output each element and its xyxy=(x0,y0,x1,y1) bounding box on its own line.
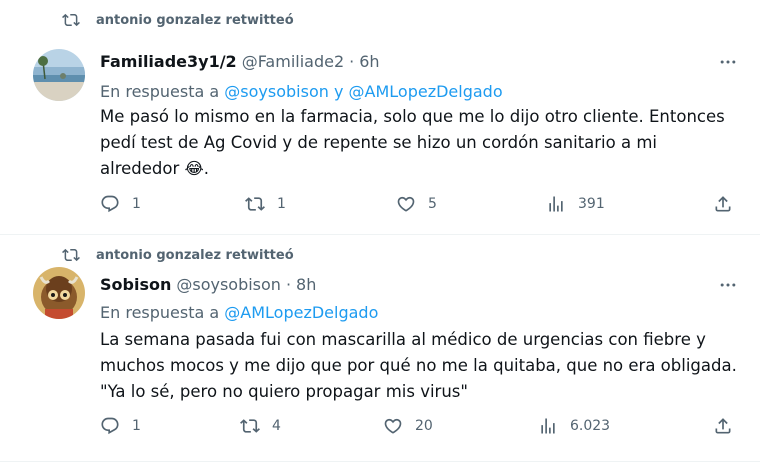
like-count: 5 xyxy=(428,196,437,212)
reply-prefix: En respuesta a xyxy=(100,82,220,101)
avatar[interactable] xyxy=(33,49,85,101)
user-handle[interactable]: @soysobison xyxy=(176,275,281,294)
display-name[interactable]: Familiade3y1/2 xyxy=(100,52,237,71)
retweet-icon xyxy=(245,197,265,211)
more-icon xyxy=(720,60,736,64)
views-button[interactable]: 391 xyxy=(546,194,605,214)
retweet-button[interactable]: 4 xyxy=(240,416,281,436)
reply-count: 1 xyxy=(132,196,141,212)
more-options-button[interactable] xyxy=(716,273,740,297)
more-options-button[interactable] xyxy=(716,50,740,74)
reply-icon xyxy=(101,417,119,435)
like-icon xyxy=(397,196,415,212)
separator-dot: · xyxy=(285,275,292,294)
like-icon xyxy=(384,418,402,434)
display-name[interactable]: Sobison xyxy=(100,275,171,294)
tweet[interactable]: antonio gonzalez retwitteó Familiade3y1/… xyxy=(0,0,760,235)
view-count: 6.023 xyxy=(570,418,611,434)
reply-button[interactable]: 1 xyxy=(100,416,141,436)
timestamp[interactable]: 8h xyxy=(296,275,316,294)
reply-context: En respuesta a @soysobison y @AMLopezDel… xyxy=(100,82,503,101)
bison-cartoon-icon xyxy=(33,267,85,319)
mention-link[interactable]: @AMLopezDelgado xyxy=(224,303,378,322)
views-icon xyxy=(541,418,555,434)
retweet-count: 1 xyxy=(277,196,286,212)
tweet-actions: 1 1 5 391 xyxy=(100,194,740,224)
like-button[interactable]: 5 xyxy=(396,194,437,214)
retweet-count: 4 xyxy=(272,418,281,434)
tweet-actions: 1 4 20 6.023 xyxy=(100,416,740,446)
text-suffix: . xyxy=(203,159,210,178)
timestamp[interactable]: 6h xyxy=(359,52,379,71)
tweet-header: Sobison @soysobison · 8h xyxy=(100,275,316,294)
retweet-context: antonio gonzalez retwitteó xyxy=(62,11,294,29)
laughing-emoji-icon: 😂 xyxy=(184,159,204,178)
tweet-text: Me pasó lo mismo en la farmacia, solo qu… xyxy=(100,104,740,182)
share-button[interactable] xyxy=(713,416,745,436)
like-button[interactable]: 20 xyxy=(383,416,433,436)
share-icon xyxy=(715,418,731,434)
reply-prefix: En respuesta a xyxy=(100,303,220,322)
reply-join: y xyxy=(333,82,344,101)
reply-button[interactable]: 1 xyxy=(100,194,141,214)
retweet-label[interactable]: antonio gonzalez retwitteó xyxy=(96,13,294,28)
avatar[interactable] xyxy=(33,267,85,319)
tweet-text: La semana pasada fui con mascarilla al m… xyxy=(100,330,737,401)
reply-context: En respuesta a @AMLopezDelgado xyxy=(100,303,378,322)
reply-icon xyxy=(101,195,119,213)
retweet-icon xyxy=(62,13,80,27)
retweet-label[interactable]: antonio gonzalez retwitteó xyxy=(96,248,294,263)
mention-link[interactable]: @AMLopezDelgado xyxy=(349,82,503,101)
tweet-header: Familiade3y1/2 @Familiade2 · 6h xyxy=(100,52,380,71)
share-button[interactable] xyxy=(713,194,745,214)
retweet-button[interactable]: 1 xyxy=(245,194,286,214)
beach-photo-icon xyxy=(33,49,85,101)
user-handle[interactable]: @Familiade2 xyxy=(242,52,344,71)
share-icon xyxy=(715,196,731,212)
views-button[interactable]: 6.023 xyxy=(538,416,610,436)
retweet-context: antonio gonzalez retwitteó xyxy=(62,246,294,264)
views-icon xyxy=(549,196,563,212)
view-count: 391 xyxy=(578,196,605,212)
more-icon xyxy=(720,283,736,287)
separator-dot: · xyxy=(349,52,355,71)
reply-count: 1 xyxy=(132,418,141,434)
tweet[interactable]: antonio gonzalez retwitteó Sobison @soys… xyxy=(0,235,760,462)
retweet-icon xyxy=(240,419,260,433)
mention-link[interactable]: @soysobison xyxy=(224,82,329,101)
retweet-icon xyxy=(62,248,80,262)
like-count: 20 xyxy=(415,418,433,434)
